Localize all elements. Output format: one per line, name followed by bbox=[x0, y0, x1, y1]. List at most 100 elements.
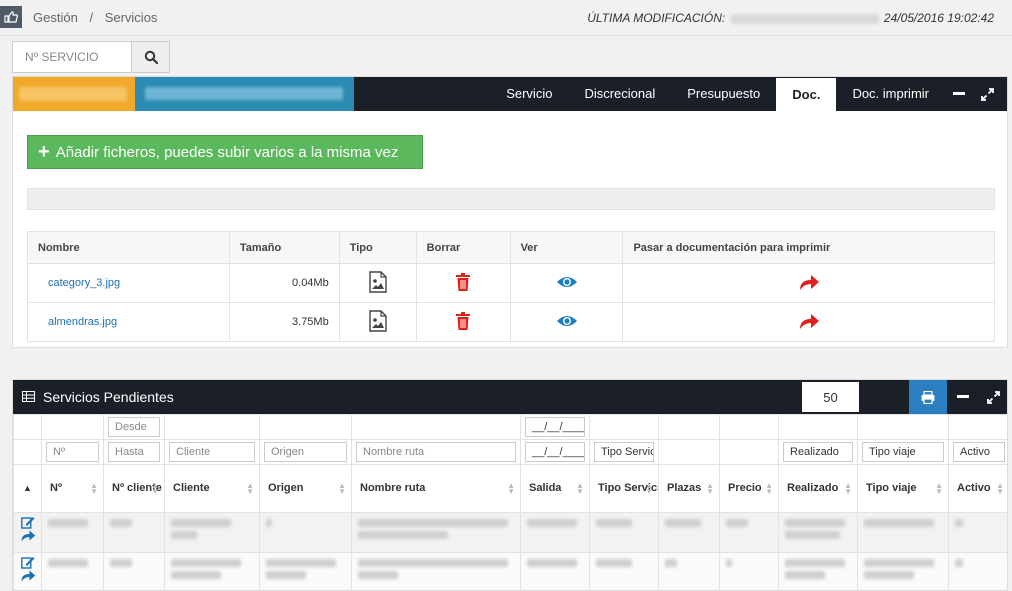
pending-panel-title: Servicios Pendientes bbox=[43, 389, 174, 405]
search-icon bbox=[144, 50, 158, 64]
file-size: 0.04Mb bbox=[228, 263, 340, 303]
filter-salida-hasta[interactable]: __/__/____ bbox=[525, 442, 585, 462]
filter-num[interactable]: Nº bbox=[46, 442, 99, 462]
filter-nombre-ruta[interactable]: Nombre ruta bbox=[356, 442, 516, 462]
file-name-link[interactable]: category_3.jpg bbox=[27, 263, 230, 303]
service-number-input[interactable] bbox=[12, 41, 132, 73]
expand-icon[interactable] bbox=[973, 77, 1001, 111]
sort-toggle[interactable]: ▲ bbox=[13, 464, 42, 513]
filter-realizado[interactable]: Realizado bbox=[783, 442, 853, 462]
filter-activo[interactable]: Activo bbox=[953, 442, 1005, 462]
tab-doc-imprimir[interactable]: Doc. imprimir bbox=[836, 77, 945, 111]
tab-doc[interactable]: Doc. bbox=[776, 78, 837, 111]
service-panel-header: Servicio Discrecional Presupuesto Doc. D… bbox=[13, 77, 1007, 111]
col-salida[interactable]: Salida ▲ ▼ bbox=[520, 464, 590, 513]
col-pasar: Pasar a documentación para imprimir bbox=[622, 231, 995, 264]
page-size-input[interactable]: 50 bbox=[802, 382, 859, 412]
col-precio[interactable]: Precio ▲ ▼ bbox=[719, 464, 779, 513]
sort-icon: ▲ ▼ bbox=[645, 481, 653, 496]
table-row: almendras.jpg 3.75Mb bbox=[27, 302, 995, 342]
sort-icon: ▲ ▼ bbox=[765, 481, 773, 496]
trash-icon[interactable] bbox=[415, 302, 511, 342]
col-activo[interactable]: Activo ▲ ▼ bbox=[948, 464, 1007, 513]
breadcrumb-root[interactable]: Gestión bbox=[33, 10, 78, 25]
sort-icon: ▲ ▼ bbox=[996, 481, 1004, 496]
pending-table-header: ▲ Nº ▲ ▼ Nº cliente ▲ ▼ Cliente ▲ ▼ Origen ▲ ▼ N… bbox=[13, 464, 1007, 513]
last-modified: ÚLTIMA MODIFICACIÓN: 24/05/2016 19:02:42 bbox=[587, 11, 994, 25]
add-files-button[interactable]: + Añadir ficheros, puedes subir varios a… bbox=[27, 135, 423, 169]
sort-icon: ▲ ▼ bbox=[844, 481, 852, 496]
breadcrumb: Gestión / Servicios bbox=[33, 10, 165, 25]
service-code-badge bbox=[13, 77, 135, 111]
table-row[interactable] bbox=[13, 512, 1007, 553]
col-plazas[interactable]: Plazas ▲ ▼ bbox=[658, 464, 720, 513]
filter-row-2: Nº Hasta Cliente Origen Nombre ruta __/_… bbox=[13, 439, 1007, 465]
tab-servicio[interactable]: Servicio bbox=[490, 77, 568, 111]
pending-services-table: Desde __/__/____ Nº Hasta Cliente Origen… bbox=[13, 414, 1007, 590]
image-file-icon bbox=[338, 302, 417, 342]
col-origen[interactable]: Origen ▲ ▼ bbox=[259, 464, 352, 513]
minimize-icon[interactable] bbox=[949, 380, 977, 414]
caret-up-icon: ▲ bbox=[23, 483, 32, 493]
share-arrow-icon[interactable] bbox=[622, 302, 995, 342]
filter-tipo-servicio[interactable]: Tipo Servici bbox=[594, 442, 654, 462]
service-search bbox=[12, 41, 170, 73]
share-arrow-icon[interactable] bbox=[622, 263, 995, 303]
plus-icon: + bbox=[38, 141, 50, 163]
sort-icon: ▲ ▼ bbox=[507, 481, 515, 496]
last-modified-label: ÚLTIMA MODIFICACIÓN: bbox=[587, 11, 726, 25]
pending-services-panel: Servicios Pendientes 50 Desde __/__/____ bbox=[12, 379, 1008, 591]
col-tamano: Tamaño bbox=[228, 231, 340, 264]
tab-discrecional[interactable]: Discrecional bbox=[568, 77, 671, 111]
upload-progress-bar bbox=[27, 188, 995, 210]
files-table-header: Nombre Tamaño Tipo Borrar Ver Pasar a do… bbox=[27, 231, 995, 264]
table-row[interactable] bbox=[13, 552, 1007, 590]
col-tipo-servicio[interactable]: Tipo Servicio▲▼ bbox=[589, 464, 659, 513]
filter-hasta[interactable]: Hasta bbox=[108, 442, 160, 462]
col-ver: Ver bbox=[509, 231, 624, 264]
files-table: Nombre Tamaño Tipo Borrar Ver Pasar a do… bbox=[27, 231, 995, 342]
filter-row-1: Desde __/__/____ bbox=[13, 414, 1007, 440]
expand-icon[interactable] bbox=[979, 380, 1007, 414]
col-nombre-ruta[interactable]: Nombre ruta ▲ ▼ bbox=[351, 464, 521, 513]
sort-icon: ▲ ▼ bbox=[706, 481, 714, 496]
pending-panel-header: Servicios Pendientes 50 bbox=[13, 380, 1007, 414]
edit-icon[interactable] bbox=[20, 556, 35, 569]
file-name-link[interactable]: almendras.jpg bbox=[27, 302, 230, 342]
redacted-user bbox=[730, 13, 879, 24]
image-file-icon bbox=[338, 263, 417, 303]
add-files-label: Añadir ficheros, puedes subir varios a l… bbox=[55, 143, 399, 161]
col-nombre: Nombre bbox=[27, 231, 230, 264]
sort-icon: ▲ ▼ bbox=[151, 481, 159, 496]
search-button[interactable] bbox=[132, 41, 170, 73]
service-tabs: Servicio Discrecional Presupuesto Doc. D… bbox=[490, 77, 1001, 111]
edit-icon[interactable] bbox=[20, 516, 35, 529]
service-panel: Servicio Discrecional Presupuesto Doc. D… bbox=[12, 76, 1008, 348]
sort-icon: ▲ ▼ bbox=[338, 481, 346, 496]
tab-presupuesto[interactable]: Presupuesto bbox=[671, 77, 776, 111]
col-num[interactable]: Nº ▲ ▼ bbox=[41, 464, 104, 513]
eye-icon[interactable] bbox=[509, 302, 624, 342]
breadcrumb-current: Servicios bbox=[104, 10, 158, 25]
col-cliente[interactable]: Cliente ▲ ▼ bbox=[164, 464, 260, 513]
filter-desde[interactable]: Desde bbox=[108, 417, 160, 437]
print-button[interactable] bbox=[909, 380, 947, 414]
minimize-icon[interactable] bbox=[945, 77, 973, 111]
col-tipo-viaje[interactable]: Tipo viaje ▲ ▼ bbox=[857, 464, 949, 513]
breadcrumb-separator: / bbox=[89, 10, 94, 25]
file-size: 3.75Mb bbox=[228, 302, 340, 342]
col-realizado[interactable]: Realizado ▲ ▼ bbox=[778, 464, 858, 513]
eye-icon[interactable] bbox=[509, 263, 624, 303]
share-arrow-icon[interactable] bbox=[20, 529, 36, 542]
filter-salida-desde[interactable]: __/__/____ bbox=[525, 417, 585, 437]
sort-icon: ▲ ▼ bbox=[90, 481, 98, 496]
sort-icon: ▲ ▼ bbox=[246, 481, 254, 496]
filter-tipo-viaje[interactable]: Tipo viaje bbox=[862, 442, 944, 462]
hand-pointer-icon[interactable] bbox=[0, 6, 22, 28]
share-arrow-icon[interactable] bbox=[20, 569, 36, 582]
filter-origen[interactable]: Origen bbox=[264, 442, 347, 462]
filter-cliente[interactable]: Cliente bbox=[169, 442, 255, 462]
table-row: category_3.jpg 0.04Mb bbox=[27, 263, 995, 303]
col-num-cliente[interactable]: Nº cliente ▲ ▼ bbox=[103, 464, 165, 513]
trash-icon[interactable] bbox=[415, 263, 511, 303]
